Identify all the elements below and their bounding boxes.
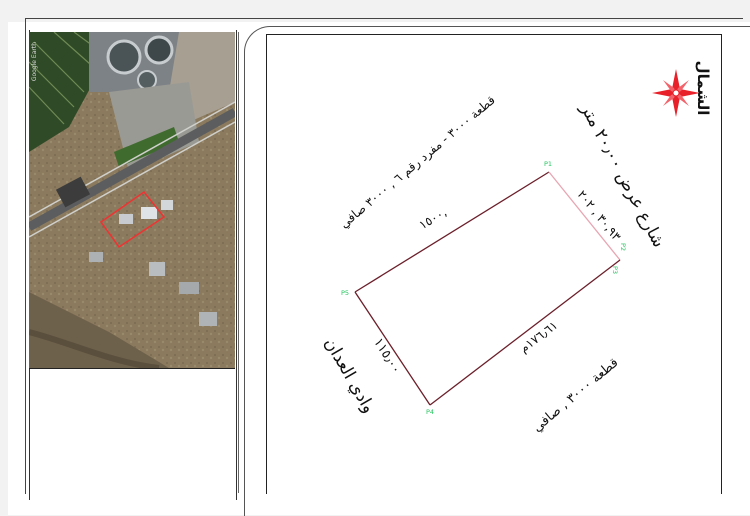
point-label-p1: P1 xyxy=(544,160,552,168)
edge-length-right: ٣٠,٩٣ , ٢٠٢ xyxy=(575,188,624,244)
point-label-p3: P3 xyxy=(611,266,619,274)
compass-rose-icon xyxy=(652,69,700,117)
site-plan: الشمال P1 P2 P3 P4 P5 ١٥٠٠, ٣٠,٩٣ , ٢٠٢ … xyxy=(320,61,712,436)
north-label: الشمال xyxy=(694,61,712,116)
point-label-p2: P2 xyxy=(619,243,627,251)
edge-length-left: ١١٥٫٠٠ xyxy=(370,336,403,377)
edge-length-bottom: ١٧٦٫٦١م xyxy=(517,318,560,355)
point-label-p4: P4 xyxy=(426,408,434,416)
wadi-annotation: وادي العدان xyxy=(320,334,379,416)
neighbor-annotation-bottom-right: قطعة ٣٠٠٠ , صافي xyxy=(530,355,621,435)
edge-length-top: ١٥٠٠, xyxy=(417,205,450,232)
point-label-p5: P5 xyxy=(341,289,349,297)
neighbor-annotation-top-left: قطعة ٣٠٠٠ - مفرد رقم ٦ , ٣٠٠٠ صافي xyxy=(337,93,498,232)
street-annotation: شارع عرض ٢٠٫٠٠ متر xyxy=(576,100,669,251)
